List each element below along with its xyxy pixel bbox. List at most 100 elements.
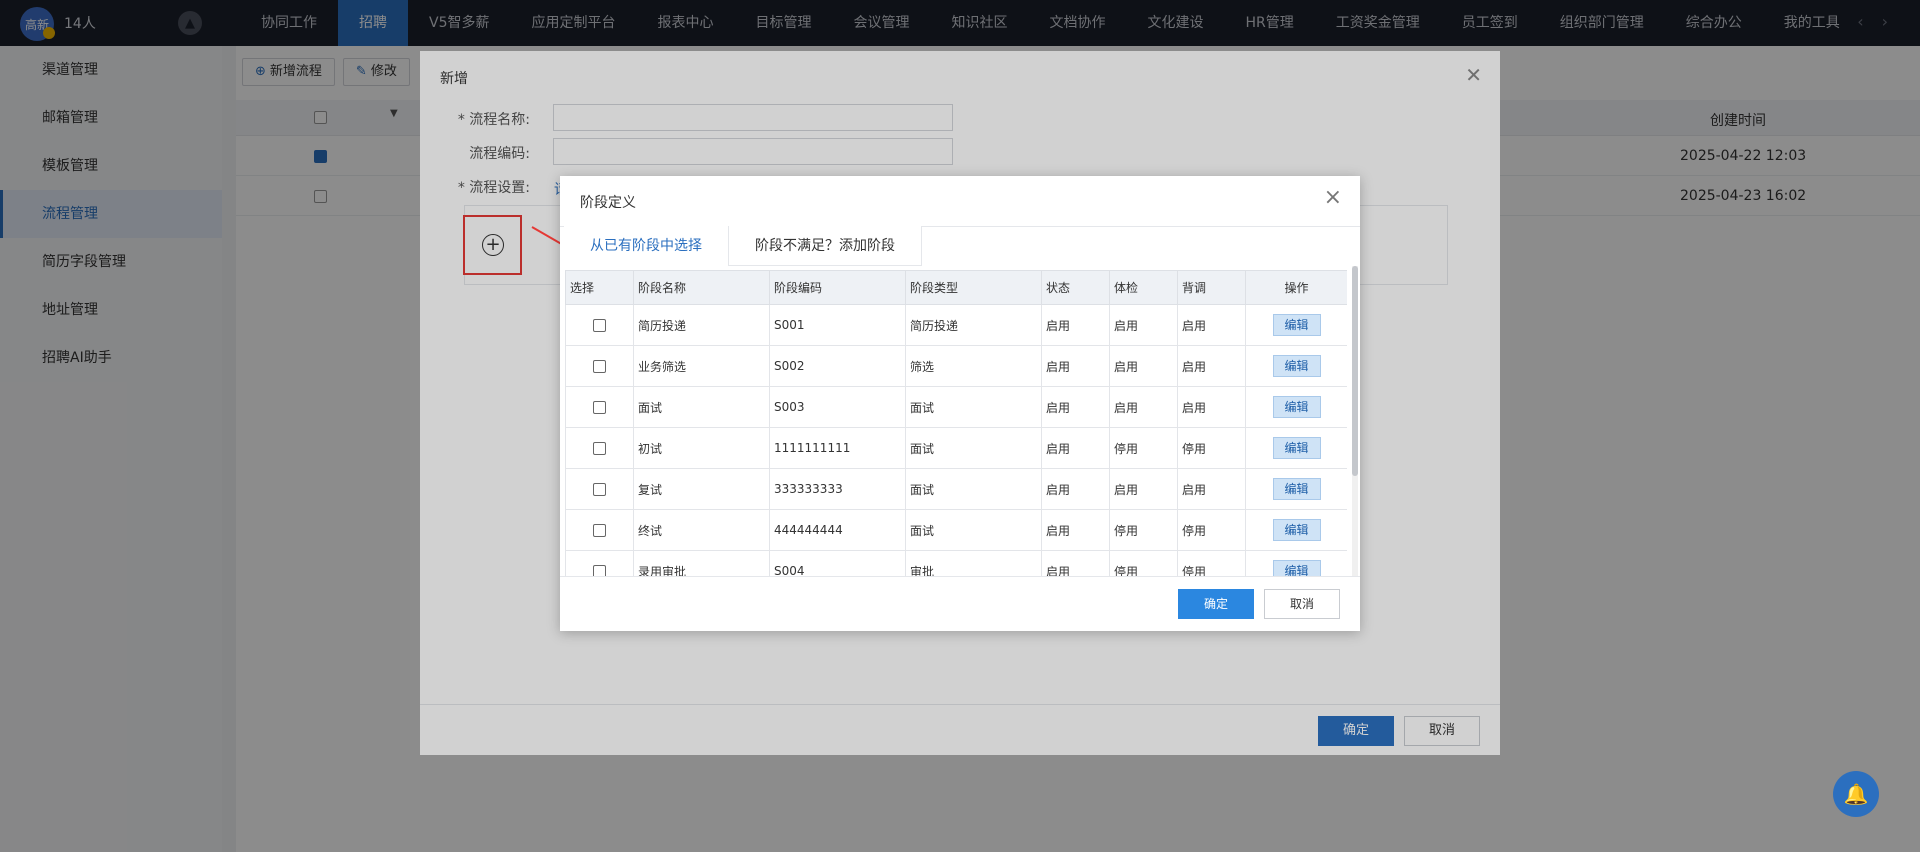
stage-cell-exam: 停用	[1109, 550, 1178, 576]
stage-checkbox[interactable]	[593, 565, 606, 576]
select-cell	[565, 550, 634, 576]
edit-stage-button[interactable]: 编辑	[1272, 478, 1321, 500]
col-stage-name: 阶段名称	[633, 270, 770, 305]
select-cell	[565, 427, 634, 469]
tab-select-existing[interactable]: 从已有阶段中选择	[564, 226, 728, 266]
stage-row[interactable]: 初试 1111111111 面试 启用 停用 停用 编辑	[565, 427, 1347, 469]
stage-cell-status: 启用	[1041, 468, 1110, 510]
stage-cell-code: 444444444	[769, 509, 906, 551]
stage-tabs: 从已有阶段中选择 阶段不满足？添加阶段	[564, 226, 922, 266]
stage-cell-name: 面试	[633, 386, 770, 428]
stage-row[interactable]: 终试 444444444 面试 启用 停用 停用 编辑	[565, 509, 1347, 551]
stage-checkbox[interactable]	[593, 483, 606, 496]
stage-cell-status: 启用	[1041, 550, 1110, 576]
select-cell	[565, 304, 634, 346]
stage-cell-exam: 停用	[1109, 427, 1178, 469]
stage-checkbox[interactable]	[593, 360, 606, 373]
stage-cell-name: 复试	[633, 468, 770, 510]
select-cell	[565, 468, 634, 510]
stage-cell-exam: 启用	[1109, 468, 1178, 510]
stage-cell-bg: 启用	[1177, 304, 1246, 346]
stage-row[interactable]: 业务筛选 S002 筛选 启用 启用 启用 编辑	[565, 345, 1347, 387]
stage-row[interactable]: 面试 S003 面试 启用 启用 启用 编辑	[565, 386, 1347, 428]
stage-cell-bg: 启用	[1177, 386, 1246, 428]
col-status: 状态	[1041, 270, 1110, 305]
stage-cell-type: 简历投递	[905, 304, 1042, 346]
stage-row[interactable]: 复试 333333333 面试 启用 启用 启用 编辑	[565, 468, 1347, 510]
stage-table-body: 简历投递 S001 简历投递 启用 启用 启用 编辑 业务筛选 S002 筛选 启用 启用 启用 编辑 面试…	[565, 304, 1347, 576]
stage-cell-status: 启用	[1041, 509, 1110, 551]
actions-cell: 编辑	[1245, 386, 1347, 428]
select-cell	[565, 509, 634, 551]
cancel-button[interactable]: 取消	[1264, 589, 1340, 619]
stage-cell-type: 面试	[905, 509, 1042, 551]
stage-cell-name: 业务筛选	[633, 345, 770, 387]
col-stage-type: 阶段类型	[905, 270, 1042, 305]
edit-stage-button[interactable]: 编辑	[1272, 314, 1321, 336]
modal-title: 阶段定义	[580, 195, 636, 211]
stage-cell-exam: 启用	[1109, 345, 1178, 387]
stage-cell-exam: 启用	[1109, 304, 1178, 346]
edit-stage-button[interactable]: 编辑	[1272, 437, 1321, 459]
stage-cell-name: 终试	[633, 509, 770, 551]
stage-cell-name: 简历投递	[633, 304, 770, 346]
stage-cell-code: S001	[769, 304, 906, 346]
actions-cell: 编辑	[1245, 304, 1347, 346]
select-cell	[565, 345, 634, 387]
edit-stage-button[interactable]: 编辑	[1272, 355, 1321, 377]
actions-cell: 编辑	[1245, 550, 1347, 576]
stage-cell-exam: 停用	[1109, 509, 1178, 551]
stage-cell-type: 筛选	[905, 345, 1042, 387]
table-scrollbar[interactable]	[1352, 266, 1358, 576]
stage-checkbox[interactable]	[593, 319, 606, 332]
stage-checkbox[interactable]	[593, 524, 606, 537]
stage-row[interactable]: 录用审批 S004 审批 启用 停用 停用 编辑	[565, 550, 1347, 576]
stage-cell-status: 启用	[1041, 427, 1110, 469]
stage-table: 选择 阶段名称 阶段编码 阶段类型 状态 体检 背调 操作 简历投递 S001 简历…	[565, 270, 1347, 576]
select-cell	[565, 386, 634, 428]
stage-definition-modal: 阶段定义 × 从已有阶段中选择 阶段不满足？添加阶段 选择 阶段名称 阶段编码 …	[560, 176, 1360, 631]
actions-cell: 编辑	[1245, 468, 1347, 510]
stage-cell-type: 审批	[905, 550, 1042, 576]
col-exam: 体检	[1109, 270, 1178, 305]
stage-cell-code: S002	[769, 345, 906, 387]
stage-cell-code: 1111111111	[769, 427, 906, 469]
stage-cell-name: 初试	[633, 427, 770, 469]
col-background-check: 背调	[1177, 270, 1246, 305]
actions-cell: 编辑	[1245, 427, 1347, 469]
stage-table-header: 选择 阶段名称 阶段编码 阶段类型 状态 体检 背调 操作	[565, 270, 1347, 305]
confirm-button[interactable]: 确定	[1178, 589, 1254, 619]
edit-stage-button[interactable]: 编辑	[1272, 560, 1321, 576]
stage-cell-code: 333333333	[769, 468, 906, 510]
col-select: 选择	[565, 270, 634, 305]
col-stage-code: 阶段编码	[769, 270, 906, 305]
actions-cell: 编辑	[1245, 345, 1347, 387]
stage-table-container: 选择 阶段名称 阶段编码 阶段类型 状态 体检 背调 操作 简历投递 S001 简历…	[565, 270, 1347, 576]
scrollbar-thumb[interactable]	[1352, 266, 1358, 476]
edit-stage-button[interactable]: 编辑	[1272, 396, 1321, 418]
col-actions: 操作	[1245, 270, 1347, 305]
stage-row[interactable]: 简历投递 S001 简历投递 启用 启用 启用 编辑	[565, 304, 1347, 346]
stage-cell-bg: 启用	[1177, 345, 1246, 387]
stage-checkbox[interactable]	[593, 442, 606, 455]
notification-bell-icon[interactable]: 🔔	[1833, 771, 1879, 817]
close-icon[interactable]: ×	[1324, 185, 1342, 210]
stage-cell-status: 启用	[1041, 386, 1110, 428]
stage-cell-type: 面试	[905, 427, 1042, 469]
actions-cell: 编辑	[1245, 509, 1347, 551]
stage-cell-exam: 启用	[1109, 386, 1178, 428]
stage-cell-bg: 停用	[1177, 550, 1246, 576]
stage-cell-type: 面试	[905, 386, 1042, 428]
stage-cell-type: 面试	[905, 468, 1042, 510]
stage-checkbox[interactable]	[593, 401, 606, 414]
stage-cell-name: 录用审批	[633, 550, 770, 576]
stage-cell-code: S003	[769, 386, 906, 428]
tab-add-stage[interactable]: 阶段不满足？添加阶段	[728, 226, 922, 266]
edit-stage-button[interactable]: 编辑	[1272, 519, 1321, 541]
stage-cell-code: S004	[769, 550, 906, 576]
divider	[560, 576, 1360, 577]
stage-cell-bg: 停用	[1177, 427, 1246, 469]
stage-cell-bg: 启用	[1177, 468, 1246, 510]
stage-cell-status: 启用	[1041, 304, 1110, 346]
stage-cell-status: 启用	[1041, 345, 1110, 387]
